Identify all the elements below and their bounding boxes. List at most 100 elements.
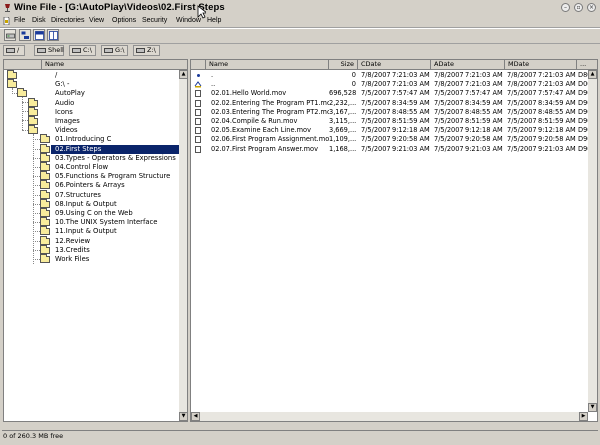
drive-shell[interactable]: Shell <box>34 45 64 56</box>
file-cdate-cell: 7/5/2007 <box>361 135 391 144</box>
tree-item[interactable]: 02.First Steps <box>4 143 179 154</box>
tree-item[interactable]: G:\ - <box>4 79 178 89</box>
toolbar-tree-dir-button[interactable] <box>33 29 45 41</box>
tree-connector-line <box>33 249 40 251</box>
folder-icon <box>40 152 50 162</box>
menu-doc-icon[interactable] <box>3 16 10 27</box>
file-cdate-cell: 7/5/2007 <box>361 98 391 107</box>
toolbar-drive-button[interactable] <box>4 29 16 41</box>
file-row[interactable]: 02.03.Entering The Program PT2.mov 3,167,… <box>191 107 597 117</box>
tree-vertical-scrollbar[interactable]: ▲ ▼ <box>179 70 187 421</box>
toolbar-dir-button[interactable] <box>47 29 59 41</box>
tree-item[interactable]: 11.Input & Output <box>4 226 178 236</box>
tree-pane[interactable]: Name / G:\ - AutoPlay Audio Icons Images Video… <box>3 59 188 422</box>
menu-options[interactable]: Options <box>112 17 136 24</box>
file-atime-cell: 9:20:58 AM <box>465 135 503 144</box>
scroll-down-icon[interactable]: ▼ <box>179 412 187 421</box>
file-name-cell: 02.01.Hello World.mov <box>211 89 287 98</box>
toolbar-tree-button[interactable] <box>19 29 31 41</box>
tree-item[interactable]: 08.Input & Output <box>4 198 178 209</box>
tree-item[interactable]: 12.Review <box>4 235 178 246</box>
tree-header-name[interactable]: Name <box>42 60 187 70</box>
folder-icon <box>40 180 50 190</box>
tree-view-icon <box>21 31 29 39</box>
tree-item[interactable]: 09.Using C on the Web <box>4 208 178 218</box>
file-list-pane[interactable]: Name Size CDate ADate MDate ... . 0 7/8/20… <box>190 59 598 422</box>
tree-item[interactable]: / <box>4 70 178 80</box>
tree-connector-line <box>22 102 28 103</box>
close-button[interactable]: × <box>587 3 596 12</box>
tree-connector-line <box>33 213 40 214</box>
file-header-size[interactable]: Size <box>329 60 358 70</box>
file-adate-cell: 7/5/2007 <box>434 135 464 144</box>
tree-item[interactable]: 05.Functions & Program Structure <box>4 171 178 181</box>
file-row[interactable]: 02.07.First Program Answer.mov 1,168,... 7… <box>191 144 597 154</box>
file-row[interactable]: .. 0 7/8/2007 7:21:03 AM 7/8/2007 7:21:03 AM 7… <box>191 80 597 89</box>
tree-item[interactable]: 04.Control Flow <box>4 162 178 172</box>
file-icon <box>195 127 201 135</box>
folder-icon <box>40 171 50 181</box>
file-cdate-cell: 7/5/2007 <box>361 126 391 135</box>
file-header-more[interactable]: ... <box>577 60 597 70</box>
mouse-cursor-icon <box>197 5 209 21</box>
menu-file[interactable]: File <box>14 17 25 24</box>
drive-icon <box>72 48 81 53</box>
maximize-button[interactable]: ▫ <box>574 3 583 12</box>
tree-item[interactable]: 06.Pointers & Arrays <box>4 180 178 190</box>
file-adate-cell: 7/5/2007 <box>434 107 464 116</box>
menu-directories[interactable]: Directories <box>51 17 84 24</box>
file-name-cell: 02.03.Entering The Program PT2.mov <box>211 107 329 116</box>
file-atime-cell: 7:57:47 AM <box>465 89 503 98</box>
minimize-button[interactable]: – <box>561 3 570 12</box>
menu-help[interactable]: Help <box>207 17 221 24</box>
tree-item[interactable]: 03.Types - Operators & Expressions <box>4 152 178 163</box>
file-name-cell: 02.04.Compile & Run.mov <box>211 117 298 125</box>
file-header-adate[interactable]: ADate <box>431 60 505 70</box>
tree-connector-line <box>33 176 40 178</box>
tree-connector-line <box>33 194 40 196</box>
folder-icon <box>40 254 50 263</box>
file-name-cell: 02.07.First Program Answer.mov <box>211 144 318 153</box>
tree-item[interactable]: 01.Introducing C <box>4 134 178 144</box>
file-vertical-scrollbar[interactable]: ▲ ▼ <box>588 70 597 412</box>
drive-root[interactable]: / <box>3 45 25 56</box>
tree-item[interactable]: 10.The UNIX System Interface <box>4 217 178 227</box>
tree-item-label: Audio <box>55 98 75 107</box>
file-atime-cell: 7:21:03 AM <box>465 71 503 79</box>
drive-icon <box>6 48 15 53</box>
file-row[interactable]: . 0 7/8/2007 7:21:03 AM 7/8/2007 7:21:03 AM 7/… <box>191 71 597 80</box>
drive-z[interactable]: Z:\ <box>133 45 160 56</box>
file-row[interactable]: 02.04.Compile & Run.mov 3,115,... 7/5/2007… <box>191 117 597 126</box>
scroll-down-icon[interactable]: ▼ <box>588 403 597 412</box>
file-horizontal-scrollbar[interactable]: ◀ ▶ <box>191 412 588 421</box>
drive-icon <box>37 48 46 53</box>
status-bar <box>2 430 598 442</box>
tree-item[interactable]: 07.Structures <box>4 189 178 200</box>
drive-c[interactable]: C:\ <box>69 45 96 56</box>
tree-item[interactable]: Work Files <box>4 254 178 264</box>
drive-g[interactable]: G:\ <box>101 45 128 56</box>
scroll-up-icon[interactable]: ▲ <box>588 70 597 79</box>
scroll-up-icon[interactable]: ▲ <box>179 70 187 79</box>
file-header-cdate[interactable]: CDate <box>358 60 431 70</box>
menu-security[interactable]: Security <box>142 17 167 24</box>
file-row[interactable]: 02.01.Hello World.mov 696,528 7/5/2007 7:57… <box>191 89 597 98</box>
tree-item[interactable]: 13.Credits <box>4 244 178 255</box>
file-name-cell: 02.02.Entering The Program PT1.mov <box>211 98 329 107</box>
file-header-mdate[interactable]: MDate <box>505 60 577 70</box>
folder-icon <box>40 162 50 171</box>
file-attr-cell: D90 <box>578 117 588 125</box>
tree-item[interactable]: Videos <box>4 125 178 135</box>
menu-view[interactable]: View <box>89 17 104 24</box>
file-atime-cell: 9:21:03 AM <box>465 144 503 153</box>
file-row[interactable]: 02.02.Entering The Program PT1.mov 2,232,… <box>191 98 597 108</box>
scroll-left-icon[interactable]: ◀ <box>191 412 200 421</box>
menu-disk[interactable]: Disk <box>32 17 46 24</box>
tree-connector-line <box>33 222 40 224</box>
file-row[interactable]: 02.06.First Program Assignment.mov 1,109,… <box>191 135 597 144</box>
file-row[interactable]: 02.05.Examine Each Line.mov 3,669,... 7/5/… <box>191 126 597 135</box>
tree-item-label: 13.Credits <box>55 245 90 254</box>
file-header-name[interactable]: Name <box>206 60 329 70</box>
scroll-right-icon[interactable]: ▶ <box>579 412 588 421</box>
file-cdate-cell: 7/8/2007 <box>361 80 391 89</box>
